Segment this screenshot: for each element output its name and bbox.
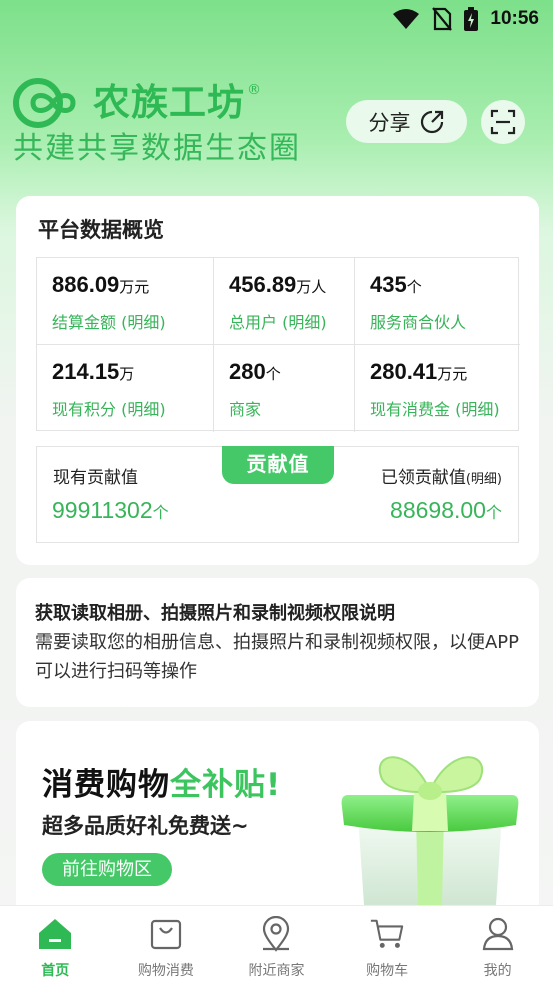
home-icon — [37, 916, 73, 952]
nav-label: 附近商家 — [248, 963, 305, 979]
promo-subtitle: 超多品质好礼免费送~ — [42, 814, 249, 838]
current-contribution-label: 现有贡献值 — [53, 468, 138, 488]
battery-charging-icon — [464, 7, 479, 31]
gift-box-icon — [341, 756, 519, 905]
brand-slogan: 共建共享数据生态圈 — [13, 131, 301, 166]
no-sim-icon — [432, 7, 453, 31]
contribution-tag: 贡献值 — [222, 446, 334, 484]
platform-overview-card: 平台数据概览 886.09万元 结算金额 (明细) 456.89万人 总用户 (… — [16, 196, 539, 565]
brand-name: 农族工坊 — [93, 81, 245, 124]
stat-label: 总用户 (明细) — [229, 313, 327, 332]
nav-nearby[interactable]: 附近商家 — [221, 906, 332, 983]
wifi-icon — [393, 9, 420, 29]
scan-icon — [490, 109, 516, 135]
promo-title: 消费购物全补贴! — [42, 767, 282, 803]
nav-label: 购物车 — [366, 963, 409, 979]
registered-mark: ® — [247, 82, 261, 98]
stat-value: 214.15万 — [52, 359, 135, 384]
overview-title: 平台数据概览 — [38, 218, 164, 242]
brand-logo-icon — [13, 78, 76, 128]
stat-label: 商家 — [229, 400, 262, 419]
stat-value: 886.09万元 — [52, 272, 150, 297]
contribution-box: 贡献值 现有贡献值 99911302个 已领贡献值(明细) 88698.00个 — [36, 446, 519, 543]
stat-total-users[interactable]: 456.89万人 总用户 (明细) — [214, 258, 355, 345]
stat-settlement[interactable]: 886.09万元 结算金额 (明细) — [37, 258, 214, 345]
status-icons: 10:56 — [392, 6, 539, 32]
stat-value: 280.41万元 — [370, 359, 468, 384]
stat-label: 结算金额 (明细) — [52, 313, 166, 332]
location-pin-icon — [258, 916, 294, 952]
claimed-contribution-value: 88698.00个 — [390, 497, 502, 523]
stat-points[interactable]: 214.15万 现有积分 (明细) — [37, 345, 214, 432]
cart-icon — [369, 916, 405, 952]
nav-home[interactable]: 首页 — [0, 906, 111, 983]
share-icon — [420, 110, 443, 133]
user-icon — [480, 916, 516, 952]
bottom-nav: 首页 购物消费 附近商家 购物车 我的 — [0, 905, 553, 983]
shopping-bag-icon — [148, 916, 184, 952]
permission-notice-card: 获取读取相册、拍摄照片和录制视频权限说明 需要读取您的相册信息、拍摄照片和录制视… — [16, 578, 539, 707]
share-label: 分享 — [368, 110, 411, 135]
nav-cart[interactable]: 购物车 — [332, 906, 443, 983]
current-contribution-value: 99911302个 — [52, 497, 169, 523]
stat-partners[interactable]: 435个 服务商合伙人 — [355, 258, 520, 345]
promo-banner[interactable]: 消费购物全补贴! 超多品质好礼免费送~ 前往购物区 — [16, 721, 539, 921]
scan-button[interactable] — [481, 100, 525, 144]
nav-shopping[interactable]: 购物消费 — [111, 906, 222, 983]
permission-title: 获取读取相册、拍摄照片和录制视频权限说明 — [35, 603, 395, 624]
stat-value: 280个 — [229, 359, 281, 384]
nav-label: 购物消费 — [137, 963, 194, 979]
stat-value: 456.89万人 — [229, 272, 327, 297]
claimed-contribution-label[interactable]: 已领贡献值(明细) — [381, 463, 502, 488]
stat-label: 现有消费金 (明细) — [370, 400, 500, 419]
share-button[interactable]: 分享 — [346, 100, 467, 143]
stat-merchants[interactable]: 280个 商家 — [214, 345, 355, 432]
brand-header: 农族工坊 ® 共建共享数据生态圈 — [13, 78, 333, 168]
stats-grid: 886.09万元 结算金额 (明细) 456.89万人 总用户 (明细) 435… — [36, 257, 520, 432]
stat-label: 现有积分 (明细) — [52, 400, 166, 419]
nav-profile[interactable]: 我的 — [442, 906, 553, 983]
stat-consumption-funds[interactable]: 280.41万元 现有消费金 (明细) — [355, 345, 520, 432]
status-bar: 10:56 — [0, 0, 553, 38]
nav-label: 首页 — [41, 963, 70, 979]
status-time: 10:56 — [490, 8, 539, 29]
go-shopping-button[interactable]: 前往购物区 — [42, 853, 172, 886]
permission-body: 需要读取您的相册信息、拍摄照片和录制视频权限，以便APP可以进行扫码等操作 — [35, 632, 520, 682]
stat-value: 435个 — [370, 272, 422, 297]
nav-label: 我的 — [483, 963, 512, 979]
stat-label: 服务商合伙人 — [370, 313, 467, 332]
